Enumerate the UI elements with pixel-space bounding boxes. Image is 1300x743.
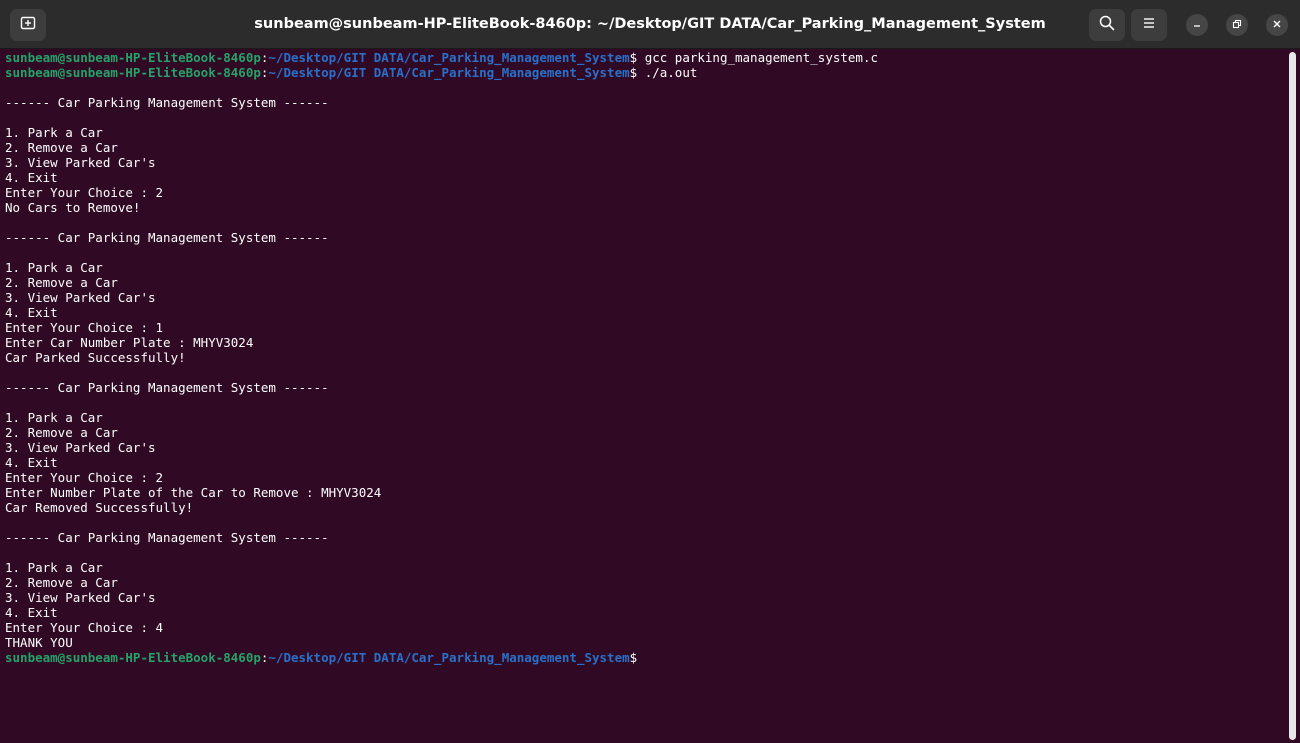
new-tab-icon [20, 15, 36, 36]
output-line: 4. Exit [5, 305, 58, 320]
window-title: sunbeam@sunbeam-HP-EliteBook-8460p: ~/De… [254, 16, 1046, 32]
output-line: 1. Park a Car [5, 125, 103, 140]
output-line: 1. Park a Car [5, 410, 103, 425]
output-line: 3. View Parked Car's [5, 440, 156, 455]
output-line: 2. Remove a Car [5, 425, 118, 440]
output-line: ------ Car Parking Management System ---… [5, 530, 329, 545]
output-line: Enter Car Number Plate : MHYV3024 [5, 335, 254, 350]
output-line: ------ Car Parking Management System ---… [5, 230, 329, 245]
close-button[interactable] [1266, 14, 1288, 36]
output-line: 4. Exit [5, 455, 58, 470]
output-line: Enter Your Choice : 2 [5, 185, 164, 200]
search-icon [1099, 15, 1115, 36]
search-button[interactable] [1089, 9, 1125, 41]
output-line: No Cars to Remove! [5, 200, 141, 215]
output-line: 4. Exit [5, 605, 58, 620]
output-line: 4. Exit [5, 170, 58, 185]
prompt-path: ~/Desktop/GIT DATA/Car_Parking_Managemen… [268, 650, 630, 665]
output-line: 3. View Parked Car's [5, 290, 156, 305]
maximize-icon [1232, 16, 1242, 34]
output-line: ------ Car Parking Management System ---… [5, 380, 329, 395]
close-icon [1272, 16, 1282, 34]
prompt-line: sunbeam@sunbeam-HP-EliteBook-8460p:~/Des… [5, 650, 638, 665]
minimize-button[interactable] [1186, 14, 1208, 36]
minimize-icon [1192, 16, 1202, 34]
output-line: Car Parked Successfully! [5, 350, 186, 365]
output-line: 3. View Parked Car's [5, 590, 156, 605]
output-line: Enter Your Choice : 4 [5, 620, 164, 635]
command-text: gcc parking_management_system.c [637, 50, 878, 65]
prompt-user-host: sunbeam@sunbeam-HP-EliteBook-8460p [5, 50, 261, 65]
output-line: 2. Remove a Car [5, 575, 118, 590]
prompt-line: sunbeam@sunbeam-HP-EliteBook-8460p:~/Des… [5, 50, 878, 65]
output-line: 2. Remove a Car [5, 140, 118, 155]
prompt-line: sunbeam@sunbeam-HP-EliteBook-8460p:~/Des… [5, 65, 698, 80]
output-line: ------ Car Parking Management System ---… [5, 95, 329, 110]
output-line: THANK YOU [5, 635, 73, 650]
command-text: ./a.out [637, 65, 698, 80]
output-line: 2. Remove a Car [5, 275, 118, 290]
terminal-window: sunbeam@sunbeam-HP-EliteBook-8460p: ~/De… [0, 0, 1300, 743]
maximize-button[interactable] [1226, 14, 1248, 36]
output-line: Enter Your Choice : 2 [5, 470, 164, 485]
prompt-user-host: sunbeam@sunbeam-HP-EliteBook-8460p [5, 650, 261, 665]
output-line: 3. View Parked Car's [5, 155, 156, 170]
menu-button[interactable] [1131, 9, 1167, 41]
prompt-path: ~/Desktop/GIT DATA/Car_Parking_Managemen… [268, 65, 630, 80]
output-line: 1. Park a Car [5, 560, 103, 575]
output-line: Car Removed Successfully! [5, 500, 194, 515]
new-tab-button[interactable] [10, 9, 46, 41]
prompt-user-host: sunbeam@sunbeam-HP-EliteBook-8460p [5, 65, 261, 80]
terminal-text: sunbeam@sunbeam-HP-EliteBook-8460p:~/Des… [0, 50, 1286, 665]
output-line: Enter Number Plate of the Car to Remove … [5, 485, 382, 500]
output-line: Enter Your Choice : 1 [5, 320, 164, 335]
hamburger-menu-icon [1142, 16, 1156, 35]
title-bar[interactable]: sunbeam@sunbeam-HP-EliteBook-8460p: ~/De… [0, 0, 1300, 49]
output-line: 1. Park a Car [5, 260, 103, 275]
prompt-path: ~/Desktop/GIT DATA/Car_Parking_Managemen… [268, 50, 630, 65]
scrollbar[interactable] [1289, 52, 1296, 740]
terminal-output[interactable]: sunbeam@sunbeam-HP-EliteBook-8460p:~/Des… [0, 50, 1286, 743]
